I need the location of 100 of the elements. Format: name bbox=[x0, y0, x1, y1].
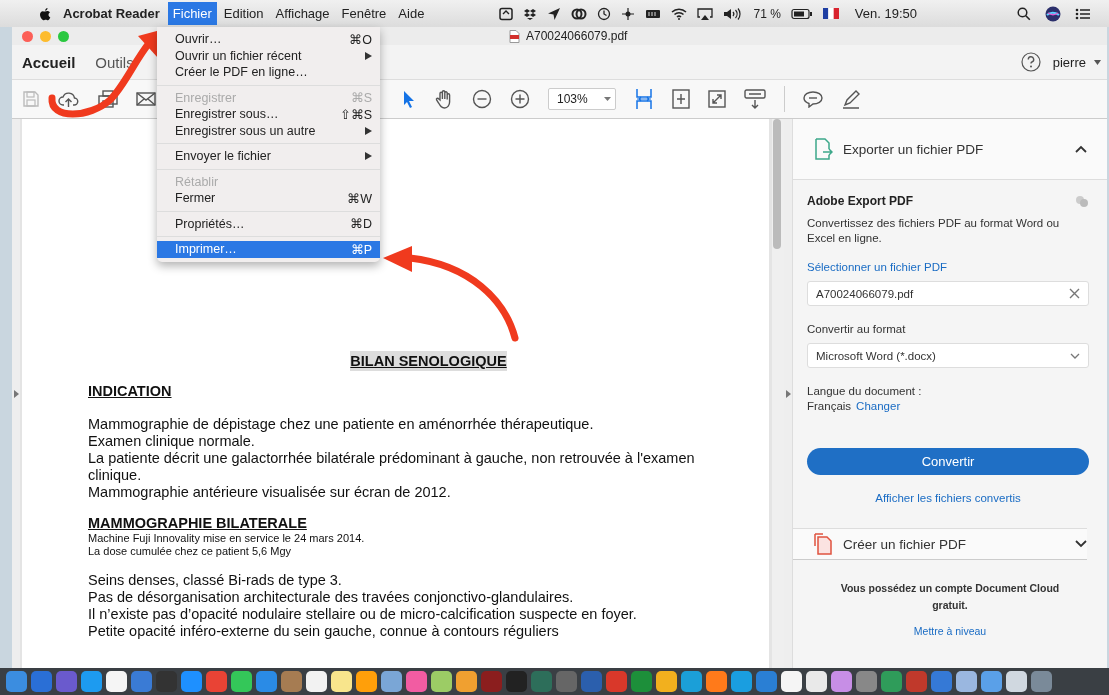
menu-item[interactable]: Edition bbox=[218, 2, 269, 25]
list-icon[interactable] bbox=[1075, 6, 1091, 21]
section-heading: INDICATION bbox=[88, 383, 172, 400]
scroll-icon[interactable] bbox=[744, 89, 766, 109]
section-title: Créer un fichier PDF bbox=[843, 536, 968, 552]
rings-icon[interactable] bbox=[571, 6, 588, 21]
body-text: Mammographie antérieure visualisée sur écran de 2012. bbox=[88, 484, 451, 501]
app-icon[interactable] bbox=[656, 671, 677, 692]
cloud-icon bbox=[1075, 194, 1089, 208]
section-title: Exporter un fichier PDF bbox=[843, 141, 985, 157]
body-text: Pas de désorganisation architecturale des travées conjonctivo-glandulaires. bbox=[88, 589, 574, 606]
panel-section-header[interactable]: Créer un fichier PDF bbox=[793, 528, 1087, 560]
battery-percent: 71 % bbox=[753, 6, 781, 21]
menu-item[interactable]: Envoyer le fichier bbox=[157, 148, 380, 165]
body-text: Petite opacité inféro-externe du sein gauche, connue à contours réguliers bbox=[88, 623, 559, 640]
app-icon[interactable] bbox=[981, 671, 1002, 692]
menu-item[interactable]: Créer le PDF en ligne… bbox=[157, 64, 380, 81]
app-icon[interactable] bbox=[1006, 671, 1027, 692]
help-icon[interactable] bbox=[1020, 52, 1041, 72]
app-icon[interactable] bbox=[806, 671, 827, 692]
chevron-up-icon[interactable] bbox=[1075, 145, 1087, 153]
app-icon[interactable] bbox=[781, 671, 802, 692]
mail-icon[interactable] bbox=[136, 91, 156, 107]
menu-item[interactable]: Fichier bbox=[167, 2, 217, 25]
app-icon[interactable] bbox=[706, 671, 727, 692]
field-label: Convertir au format bbox=[807, 322, 907, 337]
search-icon[interactable] bbox=[1017, 6, 1031, 21]
menu-item[interactable]: Enregistrer sous… ⇧⌘S bbox=[157, 106, 380, 123]
caret-icon[interactable] bbox=[1094, 59, 1101, 65]
menu-item[interactable]: Imprimer… ⌘P bbox=[157, 241, 380, 258]
print-icon[interactable] bbox=[98, 90, 118, 108]
fullscreen-icon[interactable] bbox=[708, 90, 726, 108]
app-icon[interactable] bbox=[356, 671, 377, 692]
menu-item[interactable]: Ouvrir… ⌘O bbox=[157, 31, 380, 48]
move-icon[interactable] bbox=[621, 6, 636, 21]
user-menu[interactable]: pierre bbox=[1052, 54, 1086, 70]
menu-item[interactable]: Fenêtre bbox=[336, 2, 392, 25]
app-icon[interactable] bbox=[431, 671, 452, 692]
submenu-arrow-icon bbox=[365, 152, 372, 161]
cursor-icon[interactable] bbox=[402, 90, 416, 108]
menu-item[interactable]: Aide bbox=[393, 2, 430, 25]
zoom-out-icon[interactable] bbox=[472, 89, 492, 109]
fit-width-icon[interactable] bbox=[634, 88, 654, 110]
zoom-in-icon[interactable] bbox=[510, 89, 530, 109]
menu-item[interactable]: Affichage bbox=[270, 2, 335, 25]
airplay-icon[interactable] bbox=[697, 6, 714, 21]
chevron-down-icon[interactable] bbox=[1075, 540, 1087, 548]
expand-arrow-icon[interactable] bbox=[13, 389, 19, 398]
flag-icon[interactable] bbox=[822, 8, 839, 19]
battery-icon[interactable] bbox=[790, 7, 813, 20]
clock[interactable]: Ven. 19:50 bbox=[854, 6, 917, 21]
caret-icon bbox=[603, 97, 611, 101]
collapse-arrow-icon[interactable] bbox=[785, 389, 791, 398]
menu-item[interactable]: Enregistrer sous un autre bbox=[157, 122, 380, 139]
account-notice: Vous possédez un compte Document Cloud gratuit. bbox=[839, 581, 1061, 613]
menu-item[interactable]: Ouvrir un fichier récent bbox=[157, 47, 380, 64]
body-text: Examen clinique normale. bbox=[88, 433, 255, 450]
menu-item[interactable]: Propriétés… ⌘D bbox=[157, 215, 380, 232]
menu-item[interactable]: Fermer ⌘W bbox=[157, 190, 380, 207]
location-arrow-icon[interactable] bbox=[547, 6, 562, 21]
upgrade-link[interactable]: Mettre à niveau bbox=[803, 624, 1097, 639]
convert-button[interactable]: Convertir bbox=[807, 448, 1089, 475]
app-icon[interactable] bbox=[956, 671, 977, 692]
note-text: La dose cumulée chez ce patient 5,6 Mgy bbox=[88, 545, 291, 558]
app-icon[interactable] bbox=[306, 671, 327, 692]
app-menu[interactable]: Acrobat Reader bbox=[58, 3, 165, 24]
clock-icon[interactable] bbox=[597, 6, 612, 21]
memory-icon[interactable] bbox=[645, 7, 662, 20]
app-icon[interactable] bbox=[831, 671, 852, 692]
speaker-icon[interactable] bbox=[723, 6, 744, 21]
wifi-icon[interactable] bbox=[671, 7, 688, 20]
box-icon[interactable] bbox=[523, 6, 538, 21]
cloud-upload-icon[interactable] bbox=[58, 90, 80, 108]
description: Convertissez des fichiers PDF au format Word ou Excel en ligne. bbox=[807, 216, 1061, 246]
language-value: Français bbox=[807, 399, 852, 414]
panel-section-header[interactable]: Exporter un fichier PDF bbox=[793, 119, 1107, 180]
app-icon[interactable] bbox=[381, 671, 402, 692]
orb-icon[interactable] bbox=[1045, 5, 1061, 22]
screen-icon[interactable] bbox=[499, 6, 514, 21]
app-icon[interactable] bbox=[331, 671, 352, 692]
pen-icon[interactable] bbox=[841, 89, 861, 109]
chevron-down-icon bbox=[1070, 352, 1080, 359]
app-icon[interactable] bbox=[106, 671, 127, 692]
zoom-dropdown[interactable]: 103% bbox=[548, 88, 616, 110]
page-arrows-icon[interactable] bbox=[672, 89, 690, 109]
converted-files-link[interactable]: Afficher les fichiers convertis bbox=[807, 491, 1089, 506]
comment-icon[interactable] bbox=[803, 90, 823, 108]
body-text: La patiente décrit une galactorrhée bilatérale prédominant à gauche, non retrouvée à l'examen clinique. bbox=[88, 450, 696, 484]
app-icon[interactable] bbox=[231, 671, 252, 692]
tab[interactable]: Accueil bbox=[22, 47, 84, 77]
app-icon[interactable] bbox=[456, 671, 477, 692]
scrollbar-thumb[interactable] bbox=[773, 119, 781, 249]
file-field[interactable]: A70024066079.pdf bbox=[807, 281, 1089, 306]
window-title: A70024066079.pdf bbox=[526, 29, 628, 43]
close-icon[interactable] bbox=[1069, 288, 1080, 299]
body-text: Mammographie de dépistage chez une patiente en aménorrhée thérapeutique. bbox=[88, 416, 594, 433]
select-file-link[interactable]: Sélectionner un fichier PDF bbox=[807, 260, 1089, 275]
format-dropdown[interactable]: Microsoft Word (*.docx) bbox=[807, 343, 1089, 368]
change-link[interactable]: Changer bbox=[856, 399, 901, 414]
close-button[interactable] bbox=[22, 30, 33, 42]
